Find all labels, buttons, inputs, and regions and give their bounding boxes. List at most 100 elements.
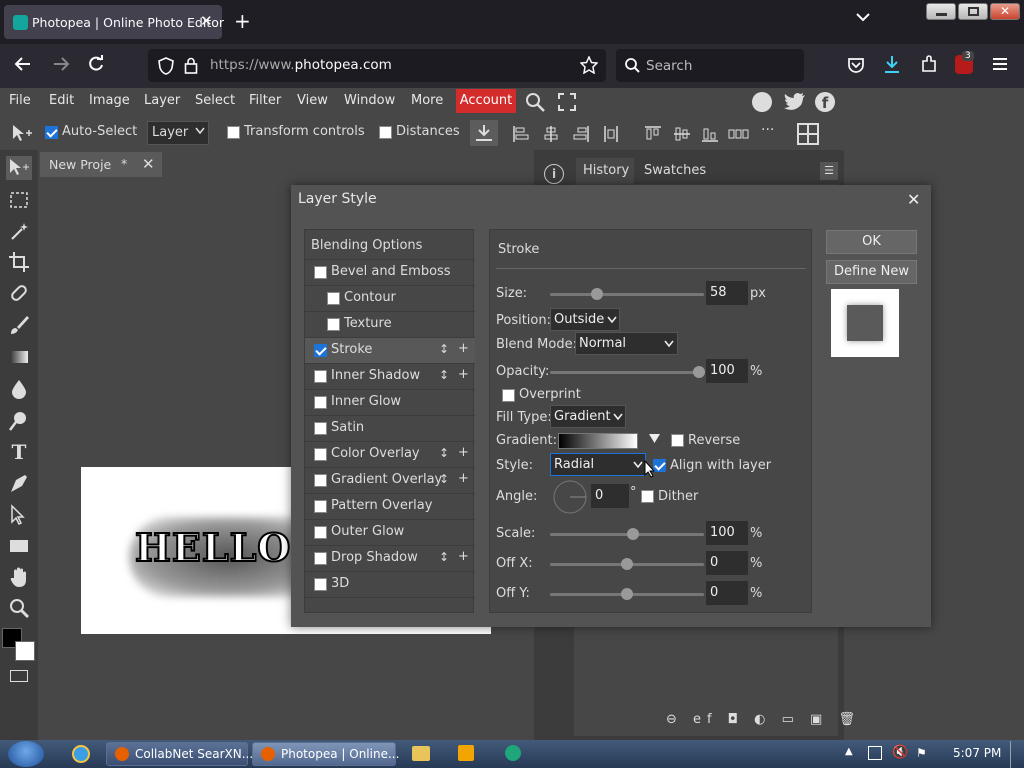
zoom-tool-icon[interactable] <box>8 597 30 619</box>
download-icon[interactable] <box>470 120 498 146</box>
action-center-flag-icon[interactable]: ⚑ <box>916 746 927 760</box>
offset-y-slider-knob[interactable] <box>621 588 633 600</box>
bookmark-star-icon[interactable] <box>580 56 598 74</box>
angle-dial[interactable] <box>552 479 588 515</box>
reorder-icon[interactable]: ↕ <box>439 472 449 486</box>
path-selection-icon[interactable] <box>8 504 30 526</box>
info-icon[interactable]: i <box>544 164 564 184</box>
style-gradient-overlay[interactable]: Gradient Overlay ↕ + <box>305 468 475 494</box>
brush-tool-icon[interactable] <box>8 314 30 336</box>
forward-icon[interactable] <box>52 55 70 73</box>
gradient-overlay-checkbox[interactable] <box>314 474 327 487</box>
back-icon[interactable] <box>14 55 32 73</box>
dodge-tool-icon[interactable] <box>8 410 30 432</box>
style-bevel-emboss[interactable]: Bevel and Emboss <box>305 260 475 286</box>
tracking-protection-icon[interactable] <box>158 57 174 75</box>
add-style-icon[interactable]: + <box>458 367 469 382</box>
style-inner-glow[interactable]: Inner Glow <box>305 390 475 416</box>
menu-filter[interactable]: Filter <box>249 93 281 108</box>
style-satin[interactable]: Satin <box>305 416 475 442</box>
size-input[interactable]: 58 <box>706 281 748 305</box>
distribute-horizontal-icon[interactable] <box>728 125 750 143</box>
healing-brush-icon[interactable] <box>8 282 30 304</box>
color-overlay-checkbox[interactable] <box>314 448 327 461</box>
reorder-icon[interactable]: ↕ <box>439 368 449 382</box>
address-bar[interactable]: https://www.photopea.com <box>148 49 606 82</box>
style-3d[interactable]: 3D <box>305 572 475 598</box>
inner-glow-checkbox[interactable] <box>314 396 327 409</box>
menu-image[interactable]: Image <box>89 93 130 108</box>
align-left-icon[interactable] <box>512 125 530 143</box>
add-style-icon[interactable]: + <box>458 445 469 460</box>
add-style-icon[interactable]: + <box>458 471 469 486</box>
define-new-button[interactable]: Define New <box>826 260 917 284</box>
ublock-icon[interactable]: 3 <box>955 51 974 74</box>
close-tab-icon[interactable]: ✕ <box>200 12 213 30</box>
offset-x-input[interactable]: 0 <box>706 551 748 575</box>
move-tool-icon[interactable] <box>6 156 32 180</box>
offset-x-slider-knob[interactable] <box>621 558 633 570</box>
reddit-icon[interactable] <box>752 92 772 112</box>
fullscreen-icon[interactable] <box>558 93 576 111</box>
minimize-window-button[interactable] <box>926 3 956 20</box>
position-dropdown[interactable]: Outside <box>550 308 620 331</box>
style-inner-shadow[interactable]: Inner Shadow ↕ + <box>305 364 475 390</box>
app-menu-icon[interactable] <box>992 57 1008 71</box>
show-hidden-icons-icon[interactable]: ▲ <box>845 746 853 757</box>
app-icon[interactable] <box>505 745 521 761</box>
downloads-icon[interactable] <box>883 55 901 74</box>
account-button[interactable]: Account <box>456 89 516 113</box>
reload-icon[interactable] <box>87 55 105 73</box>
overprint-checkbox[interactable] <box>502 389 515 402</box>
close-dialog-icon[interactable]: ✕ <box>907 190 920 209</box>
texture-checkbox[interactable] <box>327 318 340 331</box>
style-texture[interactable]: Texture <box>305 312 475 338</box>
blend-mode-dropdown[interactable]: Normal <box>575 332 678 355</box>
distances-checkbox[interactable] <box>379 126 392 139</box>
auto-select-target-dropdown[interactable]: Layer <box>147 121 209 145</box>
add-style-icon[interactable]: + <box>458 549 469 564</box>
browser-tab[interactable]: Photopea | Online Photo Editor ✕ <box>4 5 224 39</box>
menu-window[interactable]: Window <box>344 93 395 108</box>
reverse-checkbox[interactable] <box>671 434 684 447</box>
marquee-tool-icon[interactable] <box>8 189 30 211</box>
pocket-icon[interactable] <box>847 57 865 74</box>
style-pattern-overlay[interactable]: Pattern Overlay <box>305 494 475 520</box>
hand-tool-icon[interactable] <box>8 566 30 588</box>
tab-history[interactable]: History <box>576 158 634 184</box>
volume-muted-icon[interactable]: 🔇 <box>892 745 908 760</box>
gradient-picker-arrow-icon[interactable] <box>649 434 660 444</box>
keyboard-icon[interactable] <box>10 670 28 682</box>
distribute-icon[interactable] <box>602 125 620 143</box>
style-outer-glow[interactable]: Outer Glow <box>305 520 475 546</box>
crop-tool-icon[interactable] <box>8 251 30 273</box>
contour-checkbox[interactable] <box>327 292 340 305</box>
style-contour[interactable]: Contour <box>305 286 475 312</box>
facebook-icon[interactable]: f <box>815 92 835 112</box>
stroke-checkbox[interactable] <box>314 344 327 357</box>
media-player-icon[interactable] <box>458 745 474 761</box>
tab-swatches[interactable]: Swatches <box>644 163 706 178</box>
style-stroke[interactable]: Stroke ↕ + <box>305 338 475 364</box>
reorder-icon[interactable]: ↕ <box>439 550 449 564</box>
reorder-icon[interactable]: ↕ <box>439 342 449 356</box>
size-slider[interactable] <box>550 293 704 296</box>
outer-glow-checkbox[interactable] <box>314 526 327 539</box>
search-box[interactable]: Search <box>616 49 804 82</box>
menu-layer[interactable]: Layer <box>144 93 180 108</box>
menu-file[interactable]: File <box>9 93 31 108</box>
internet-explorer-icon[interactable] <box>72 745 90 763</box>
menu-select[interactable]: Select <box>195 93 235 108</box>
align-right-icon[interactable] <box>572 125 590 143</box>
opacity-slider-knob[interactable] <box>693 366 705 378</box>
new-tab-icon[interactable]: + <box>234 9 251 33</box>
file-explorer-icon[interactable] <box>412 746 430 761</box>
taskbar-item-photopea[interactable]: Photopea | Online... <box>252 742 399 766</box>
type-tool-icon[interactable]: T <box>8 440 30 464</box>
menu-more[interactable]: More <box>411 93 443 108</box>
angle-input[interactable]: 0 <box>591 484 629 508</box>
layer-actions-toolbar[interactable]: ⊖ ef ◘ ◐ ▭ ▣ 🗑 <box>666 712 861 727</box>
bevel-emboss-checkbox[interactable] <box>314 266 327 279</box>
restore-window-button[interactable] <box>958 3 988 20</box>
auto-select-checkbox[interactable] <box>45 126 58 139</box>
